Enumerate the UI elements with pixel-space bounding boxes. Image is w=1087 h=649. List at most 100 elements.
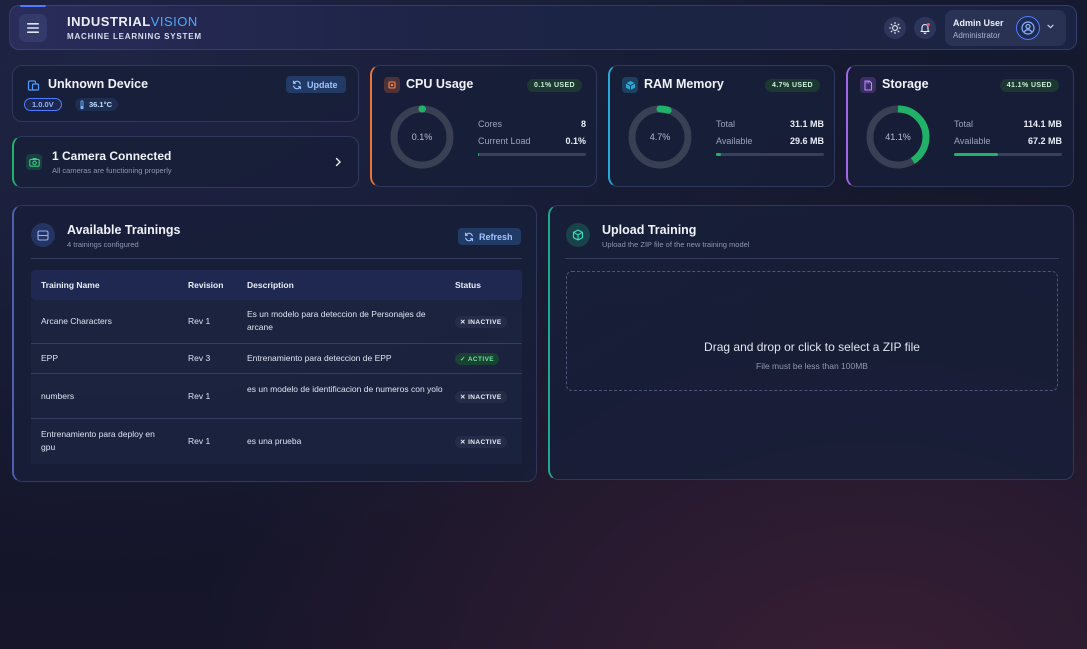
top-header: INDUSTRIALVISION MACHINE LEARNING SYSTEM…	[9, 5, 1077, 50]
voltage-badge: 1.0.0V	[24, 98, 62, 111]
file-dropzone[interactable]: Drag and drop or click to select a ZIP f…	[566, 271, 1058, 391]
trainings-title: Available Trainings	[67, 223, 181, 237]
training-description: Es un modelo para deteccion de Personaje…	[247, 309, 426, 332]
table-row[interactable]: Arcane Characters Rev 1 Es un modelo par…	[31, 300, 522, 344]
memory-icon	[622, 77, 638, 93]
ram-usage-bar	[716, 153, 824, 156]
trainings-subtitle: 4 trainings configured	[67, 240, 139, 249]
notifications-button[interactable]	[914, 17, 936, 39]
dropzone-hint: File must be less than 100MB	[756, 361, 868, 371]
cpu-cores-row: Cores 8	[478, 119, 586, 129]
status-text: INACTIVE	[468, 394, 502, 401]
storage-used-badge: 41.1% USED	[999, 79, 1059, 92]
column-header: Status	[455, 280, 481, 290]
trainings-card: Available Trainings 4 trainings configur…	[12, 205, 537, 482]
storage-available-label: Available	[954, 136, 991, 146]
ram-usage-bar-fill	[716, 153, 722, 156]
cpu-card: CPU Usage 0.1% USED 0.1% Cores 8 Current …	[370, 65, 597, 187]
ram-used-badge: 4.7% USED	[765, 79, 820, 92]
ram-available-row: Available 29.6 MB	[716, 136, 824, 146]
camera-icon	[26, 154, 42, 170]
training-name: EPP	[41, 353, 59, 363]
temperature-badge: 36.1°C	[75, 98, 119, 111]
chevron-down-icon	[1047, 24, 1054, 29]
thermometer-icon	[80, 99, 84, 109]
ram-available-value: 29.6 MB	[789, 136, 824, 146]
table-row[interactable]: Entrenamiento para deploy en gpu Rev 1 e…	[31, 419, 522, 464]
table-row[interactable]: EPP Rev 3 Entrenamiento para deteccion d…	[31, 344, 522, 374]
avatar	[1016, 16, 1040, 40]
cpu-percent-label: 0.1%	[411, 132, 433, 142]
update-button[interactable]: Update	[286, 76, 346, 93]
cpu-load-row: Current Load 0.1%	[478, 136, 586, 146]
menu-button[interactable]	[19, 14, 47, 42]
cpu-chip-icon	[384, 77, 400, 93]
header-accent-line	[20, 5, 46, 7]
divider	[31, 258, 522, 259]
storage-available-row: Available 67.2 MB	[954, 136, 1062, 146]
storage-card: Storage 41.1% USED 41.1% Total 114.1 MB A…	[846, 65, 1074, 187]
logo-subtitle: MACHINE LEARNING SYSTEM	[67, 32, 202, 41]
storage-total-row: Total 114.1 MB	[954, 119, 1062, 129]
status-badge: ✕ INACTIVE	[455, 316, 507, 328]
refresh-icon	[464, 232, 474, 241]
camera-title: 1 Camera Connected	[52, 149, 172, 163]
refresh-button[interactable]: Refresh	[458, 228, 521, 245]
storage-icon	[860, 77, 876, 93]
upload-card: Upload Training Upload the ZIP file of t…	[548, 205, 1074, 480]
storage-total-value: 114.1 MB	[1023, 119, 1062, 129]
status-badge: ✓ ACTIVE	[455, 353, 500, 365]
cpu-title: CPU Usage	[406, 77, 474, 91]
cpu-used-badge: 0.1% USED	[527, 79, 582, 92]
training-description: Entrenamiento para deteccion de EPP	[247, 353, 392, 363]
device-card: Unknown Device Update 1.0.0V 36.1°C	[12, 65, 359, 122]
user-menu[interactable]: Admin User Administrator	[945, 10, 1066, 46]
trainings-icon-wrap	[31, 223, 55, 247]
training-name: Arcane Characters	[41, 316, 112, 326]
app-logo[interactable]: INDUSTRIALVISION MACHINE LEARNING SYSTEM	[67, 14, 202, 41]
cpu-cores-label: Cores	[478, 119, 503, 129]
dropzone-text: Drag and drop or click to select a ZIP f…	[704, 340, 920, 354]
storage-percent-label: 41.1%	[885, 132, 911, 142]
bell-icon	[920, 23, 930, 34]
cpu-load-bar	[478, 153, 586, 156]
cpu-load-bar-fill	[478, 153, 479, 156]
server-icon	[37, 229, 49, 241]
table-header: Training Name Revision Description Statu…	[31, 270, 522, 300]
camera-status-card[interactable]: 1 Camera Connected All cameras are funct…	[12, 136, 359, 188]
upload-title: Upload Training	[602, 223, 697, 237]
camera-subtitle: All cameras are functioning properly	[52, 166, 172, 175]
hamburger-icon	[27, 23, 39, 33]
chevron-right-icon	[335, 157, 341, 167]
status-badge: ✕ INACTIVE	[455, 436, 507, 448]
column-header: Training Name	[41, 280, 100, 290]
table-row[interactable]: numbers Rev 1 es un modelo de identifica…	[31, 374, 522, 419]
package-icon	[572, 229, 584, 241]
column-header: Description	[247, 280, 294, 290]
training-revision: Rev 3	[188, 353, 211, 363]
storage-total-label: Total	[954, 119, 974, 129]
user-name: Admin User	[953, 18, 1004, 28]
column-header: Revision	[188, 280, 224, 290]
storage-title: Storage	[882, 77, 929, 91]
training-revision: Rev 1	[188, 436, 211, 446]
cpu-load-value: 0.1%	[565, 136, 586, 146]
logo-text-industrial: INDUSTRIAL	[67, 14, 151, 29]
user-circle-icon	[1021, 21, 1035, 35]
ram-card: RAM Memory 4.7% USED 4.7% Total 31.1 MB A…	[608, 65, 835, 187]
device-icon	[25, 77, 41, 93]
ram-total-row: Total 31.1 MB	[716, 119, 824, 129]
training-revision: Rev 1	[188, 391, 211, 401]
cpu-load-label: Current Load	[478, 136, 531, 146]
device-title: Unknown Device	[48, 77, 149, 91]
refresh-button-label: Refresh	[479, 231, 513, 242]
logo-text-vision: VISION	[150, 14, 198, 29]
status-badge: ✕ INACTIVE	[455, 391, 507, 403]
training-name: Entrenamiento para deploy en gpu	[41, 429, 155, 452]
training-description: es un modelo de identificacion de numero…	[247, 384, 443, 394]
upload-subtitle: Upload the ZIP file of the new training …	[602, 240, 750, 249]
status-text: ACTIVE	[467, 356, 495, 363]
user-role: Administrator	[953, 31, 1001, 40]
theme-toggle-button[interactable]	[884, 17, 906, 39]
storage-usage-bar-fill	[954, 153, 999, 156]
